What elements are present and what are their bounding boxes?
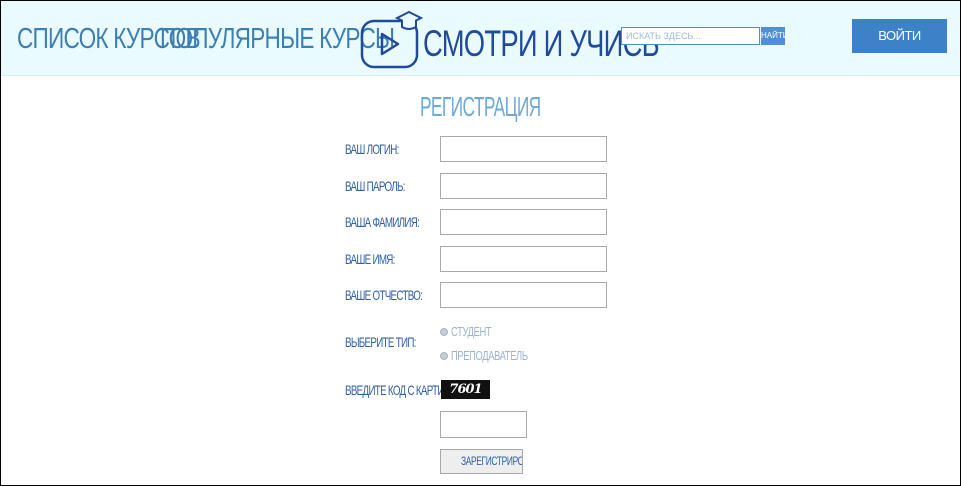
- login-field[interactable]: [440, 136, 607, 162]
- register-button-label: ЗАРЕГИСТРИРОВАТЬСЯ: [461, 454, 522, 468]
- type-label: ВЫБЕРИТЕ ТИП:: [345, 334, 416, 350]
- surname-label: ВАША ФАМИЛИЯ:: [345, 214, 420, 230]
- name-field[interactable]: [440, 246, 607, 272]
- logo[interactable]: СМОТРИ И УЧИСЬ: [359, 3, 660, 73]
- type-option-label: СТУДЕНТ: [451, 324, 492, 340]
- page-title-text: РЕГИСТРАЦИЯ: [420, 91, 541, 122]
- search-input[interactable]: [621, 27, 760, 45]
- search-button[interactable]: НАЙТИ: [761, 27, 789, 45]
- password-field[interactable]: [440, 173, 607, 199]
- patronymic-label: ВАШЕ ОТЧЕСТВО:: [345, 287, 423, 303]
- type-option-teacher[interactable]: ПРЕПОДАВАТЕЛЬ: [440, 347, 557, 363]
- name-label: ВАШЕ ИМЯ:: [345, 251, 395, 267]
- header: СПИСОК КУРСОВ ПОПУЛЯРНЫЕ КУРСЫ СМОТРИ И …: [1, 1, 960, 76]
- surname-field[interactable]: [440, 209, 607, 235]
- register-button[interactable]: ЗАРЕГИСТРИРОВАТЬСЯ: [440, 449, 523, 474]
- password-label: ВАШ ПАРОЛЬ:: [345, 178, 405, 194]
- captcha-field[interactable]: [440, 411, 527, 438]
- radio-button-student[interactable]: [440, 327, 448, 336]
- page-frame: СПИСОК КУРСОВ ПОПУЛЯРНЫЕ КУРСЫ СМОТРИ И …: [0, 0, 961, 486]
- patronymic-field[interactable]: [440, 282, 607, 308]
- page-title: РЕГИСТРАЦИЯ: [1, 91, 960, 123]
- login-label: ВАШ ЛОГИН:: [345, 141, 399, 157]
- type-option-label: ПРЕПОДАВАТЕЛЬ: [451, 348, 528, 364]
- captcha-image: 7601: [441, 380, 490, 399]
- login-button[interactable]: ВОЙТИ: [852, 19, 947, 53]
- type-option-student[interactable]: СТУДЕНТ: [440, 323, 507, 339]
- radio-button-teacher[interactable]: [440, 351, 448, 360]
- play-cap-icon: [360, 10, 424, 69]
